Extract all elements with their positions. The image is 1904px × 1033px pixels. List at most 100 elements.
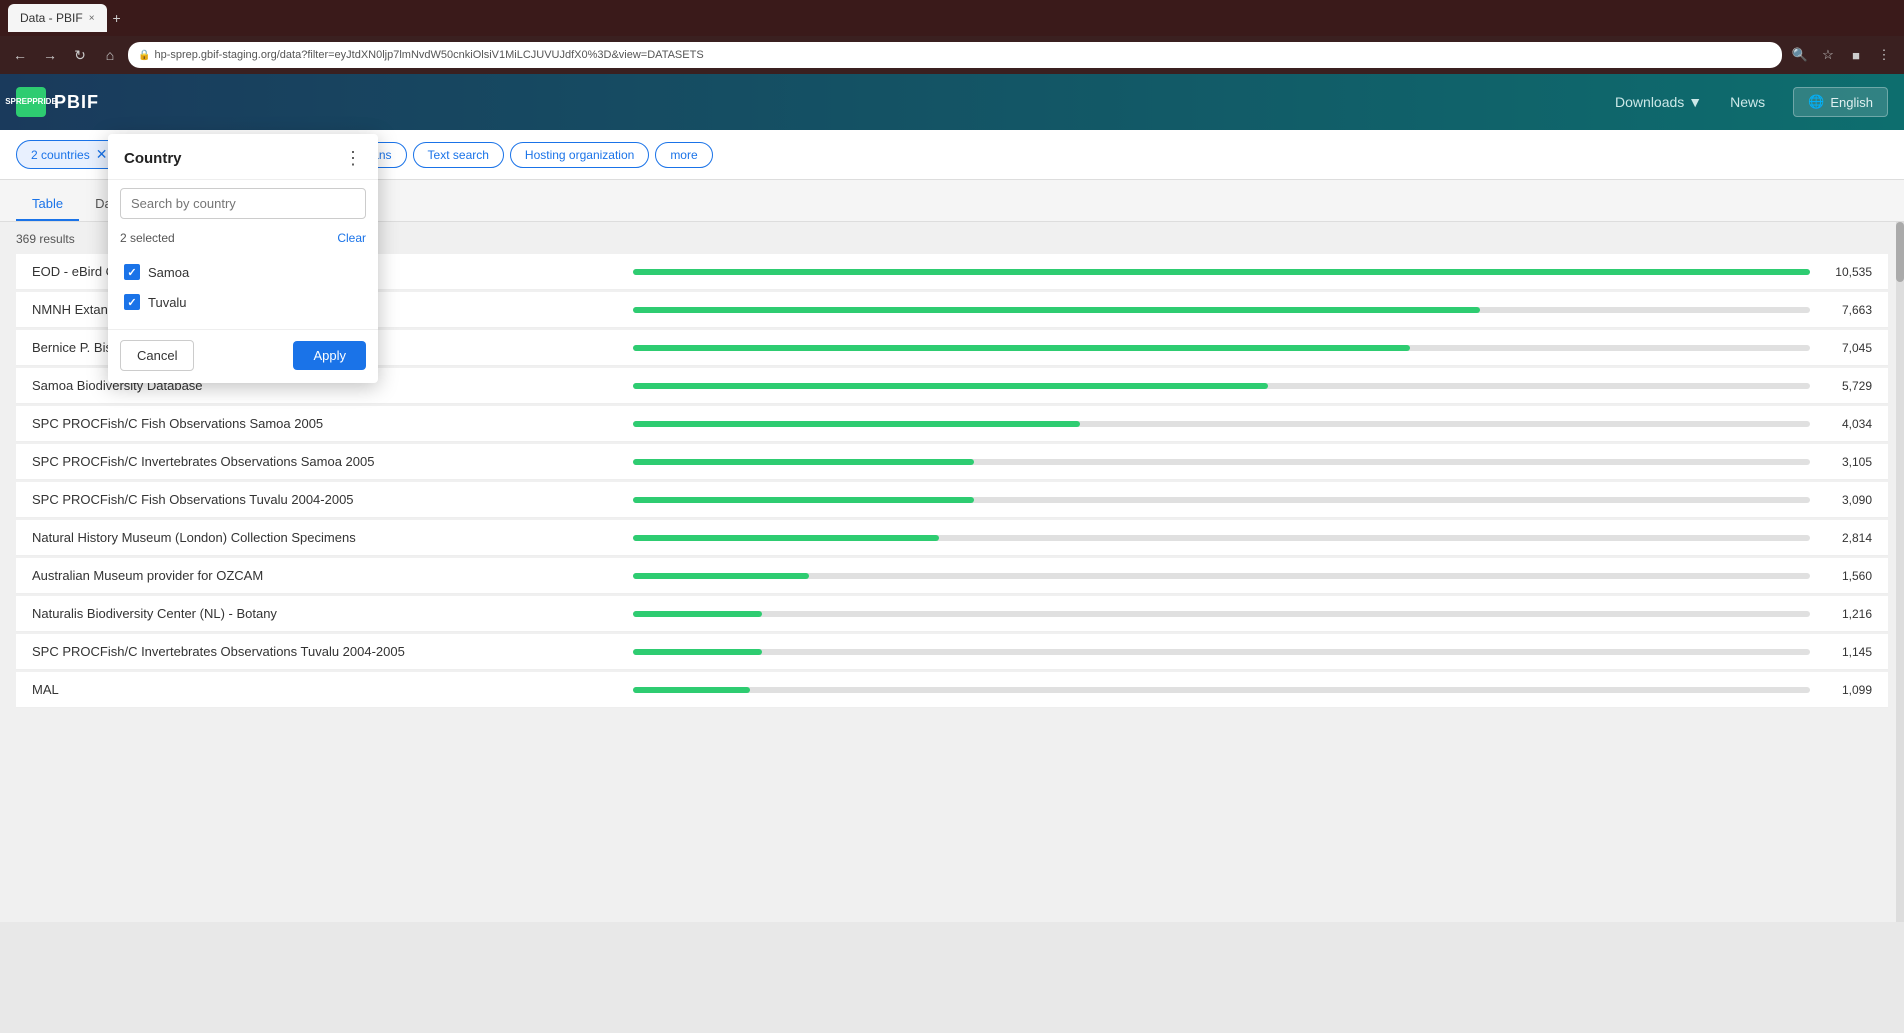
logo-area: SPREP PRIDE PBIF [16, 87, 99, 117]
scrollbar[interactable] [1896, 222, 1904, 922]
clear-link[interactable]: Clear [337, 231, 366, 245]
dataset-bar-container [633, 687, 1810, 693]
tab-table[interactable]: Table [16, 188, 79, 221]
dataset-bar [633, 649, 763, 655]
dataset-name[interactable]: SPC PROCFish/C Fish Observations Tuvalu … [32, 492, 621, 507]
option-samoa[interactable]: ✓ Samoa [120, 257, 366, 287]
dataset-name[interactable]: SPC PROCFish/C Invertebrates Observation… [32, 644, 621, 659]
dropdown-search-area [108, 180, 378, 227]
dropdown-title: Country [124, 150, 182, 167]
dataset-bar [633, 573, 810, 579]
app-header: SPREP PRIDE PBIF Downloads ▼ News 🌐 Engl… [0, 74, 1904, 130]
scroll-thumb[interactable] [1896, 222, 1904, 282]
chip-close-icon[interactable]: ✕ [96, 146, 108, 163]
address-bar[interactable]: 🔒 hp-sprep.gbif-staging.org/data?filter=… [128, 42, 1782, 68]
cancel-button[interactable]: Cancel [120, 340, 194, 371]
dataset-bar-container [633, 345, 1810, 351]
dataset-name[interactable]: Australian Museum provider for OZCAM [32, 568, 621, 583]
dataset-name[interactable]: SPC PROCFish/C Invertebrates Observation… [32, 454, 621, 469]
address-bar-row: ← → ↻ ⌂ 🔒 hp-sprep.gbif-staging.org/data… [0, 36, 1904, 74]
dataset-bar [633, 269, 1810, 275]
chevron-down-icon: ▼ [1688, 94, 1702, 110]
filter-chip-text-search[interactable]: Text search [413, 142, 504, 168]
dropdown-header: Country ⋮ [108, 134, 378, 180]
dataset-bar-container [633, 269, 1810, 275]
dataset-count: 1,560 [1822, 569, 1872, 583]
dataset-name[interactable]: Natural History Museum (London) Collecti… [32, 530, 621, 545]
dataset-name[interactable]: MAL [32, 682, 621, 697]
dataset-bar [633, 611, 763, 617]
dataset-count: 2,814 [1822, 531, 1872, 545]
table-row: MAL1,099 [16, 672, 1888, 708]
active-tab[interactable]: Data - PBIF × [8, 4, 107, 32]
nav-downloads[interactable]: Downloads ▼ [1603, 86, 1714, 118]
app-name: PBIF [54, 92, 99, 113]
dataset-count: 4,034 [1822, 417, 1872, 431]
browser-tab-bar: Data - PBIF × + [0, 0, 1904, 36]
back-button[interactable]: ← [8, 43, 32, 67]
reload-button[interactable]: ↻ [68, 43, 92, 67]
menu-icon[interactable]: ⋮ [1872, 43, 1896, 67]
option-tuvalu[interactable]: ✓ Tuvalu [120, 287, 366, 317]
dataset-bar [633, 459, 974, 465]
filter-chip-more[interactable]: more [655, 142, 712, 168]
home-button[interactable]: ⌂ [98, 43, 122, 67]
checkbox-samoa[interactable]: ✓ [124, 264, 140, 280]
dataset-count: 3,090 [1822, 493, 1872, 507]
dataset-bar [633, 535, 939, 541]
header-nav: Downloads ▼ News 🌐 English [1603, 86, 1888, 118]
dataset-bar-container [633, 649, 1810, 655]
language-button[interactable]: 🌐 English [1793, 87, 1888, 117]
table-row: Natural History Museum (London) Collecti… [16, 520, 1888, 556]
dataset-count: 10,535 [1822, 265, 1872, 279]
tab-close-icon[interactable]: × [89, 13, 95, 24]
dropdown-actions: Cancel Apply [108, 329, 378, 383]
nav-news[interactable]: News [1718, 86, 1777, 118]
globe-icon: 🌐 [1808, 94, 1824, 110]
dataset-bar [633, 383, 1269, 389]
table-row: SPC PROCFish/C Fish Observations Samoa 2… [16, 406, 1888, 442]
table-row: SPC PROCFish/C Invertebrates Observation… [16, 634, 1888, 670]
country-search-input[interactable] [120, 188, 366, 219]
dropdown-selected-info: 2 selected Clear [108, 227, 378, 253]
lock-icon: 🔒 [138, 50, 150, 61]
new-tab-icon[interactable]: + [113, 10, 121, 26]
url-text: hp-sprep.gbif-staging.org/data?filter=ey… [154, 49, 703, 61]
dataset-bar-container [633, 307, 1810, 313]
browser-action-icons: 🔍 ☆ ■ ⋮ [1788, 43, 1896, 67]
dataset-name[interactable]: Naturalis Biodiversity Center (NL) - Bot… [32, 606, 621, 621]
dataset-bar [633, 497, 974, 503]
filter-chip-hosting[interactable]: Hosting organization [510, 142, 649, 168]
check-icon: ✓ [127, 266, 136, 279]
dataset-bar [633, 687, 751, 693]
table-row: SPC PROCFish/C Invertebrates Observation… [16, 444, 1888, 480]
tab-title: Data - PBIF [20, 11, 83, 25]
logo-icon: SPREP PRIDE [16, 87, 46, 117]
dataset-bar-container [633, 421, 1810, 427]
bookmark-icon[interactable]: ☆ [1816, 43, 1840, 67]
dataset-bar [633, 307, 1481, 313]
dataset-count: 1,145 [1822, 645, 1872, 659]
dataset-bar-container [633, 383, 1810, 389]
dataset-bar-container [633, 573, 1810, 579]
extension-icon[interactable]: ■ [1844, 43, 1868, 67]
filter-chip-countries[interactable]: 2 countries ✕ [16, 140, 122, 169]
dataset-name[interactable]: SPC PROCFish/C Fish Observations Samoa 2… [32, 416, 621, 431]
dataset-count: 3,105 [1822, 455, 1872, 469]
dropdown-options: ✓ Samoa ✓ Tuvalu [108, 253, 378, 325]
apply-button[interactable]: Apply [293, 341, 366, 370]
checkbox-tuvalu[interactable]: ✓ [124, 294, 140, 310]
dataset-bar-container [633, 611, 1810, 617]
dataset-bar-container [633, 497, 1810, 503]
dataset-bar [633, 421, 1080, 427]
dataset-count: 5,729 [1822, 379, 1872, 393]
forward-button[interactable]: → [38, 43, 62, 67]
dataset-bar [633, 345, 1410, 351]
table-row: SPC PROCFish/C Fish Observations Tuvalu … [16, 482, 1888, 518]
dataset-bar-container [633, 459, 1810, 465]
table-row: Australian Museum provider for OZCAM 1,56… [16, 558, 1888, 594]
table-row: Naturalis Biodiversity Center (NL) - Bot… [16, 596, 1888, 632]
check-icon: ✓ [127, 296, 136, 309]
zoom-icon[interactable]: 🔍 [1788, 43, 1812, 67]
dropdown-more-icon[interactable]: ⋮ [344, 148, 362, 169]
